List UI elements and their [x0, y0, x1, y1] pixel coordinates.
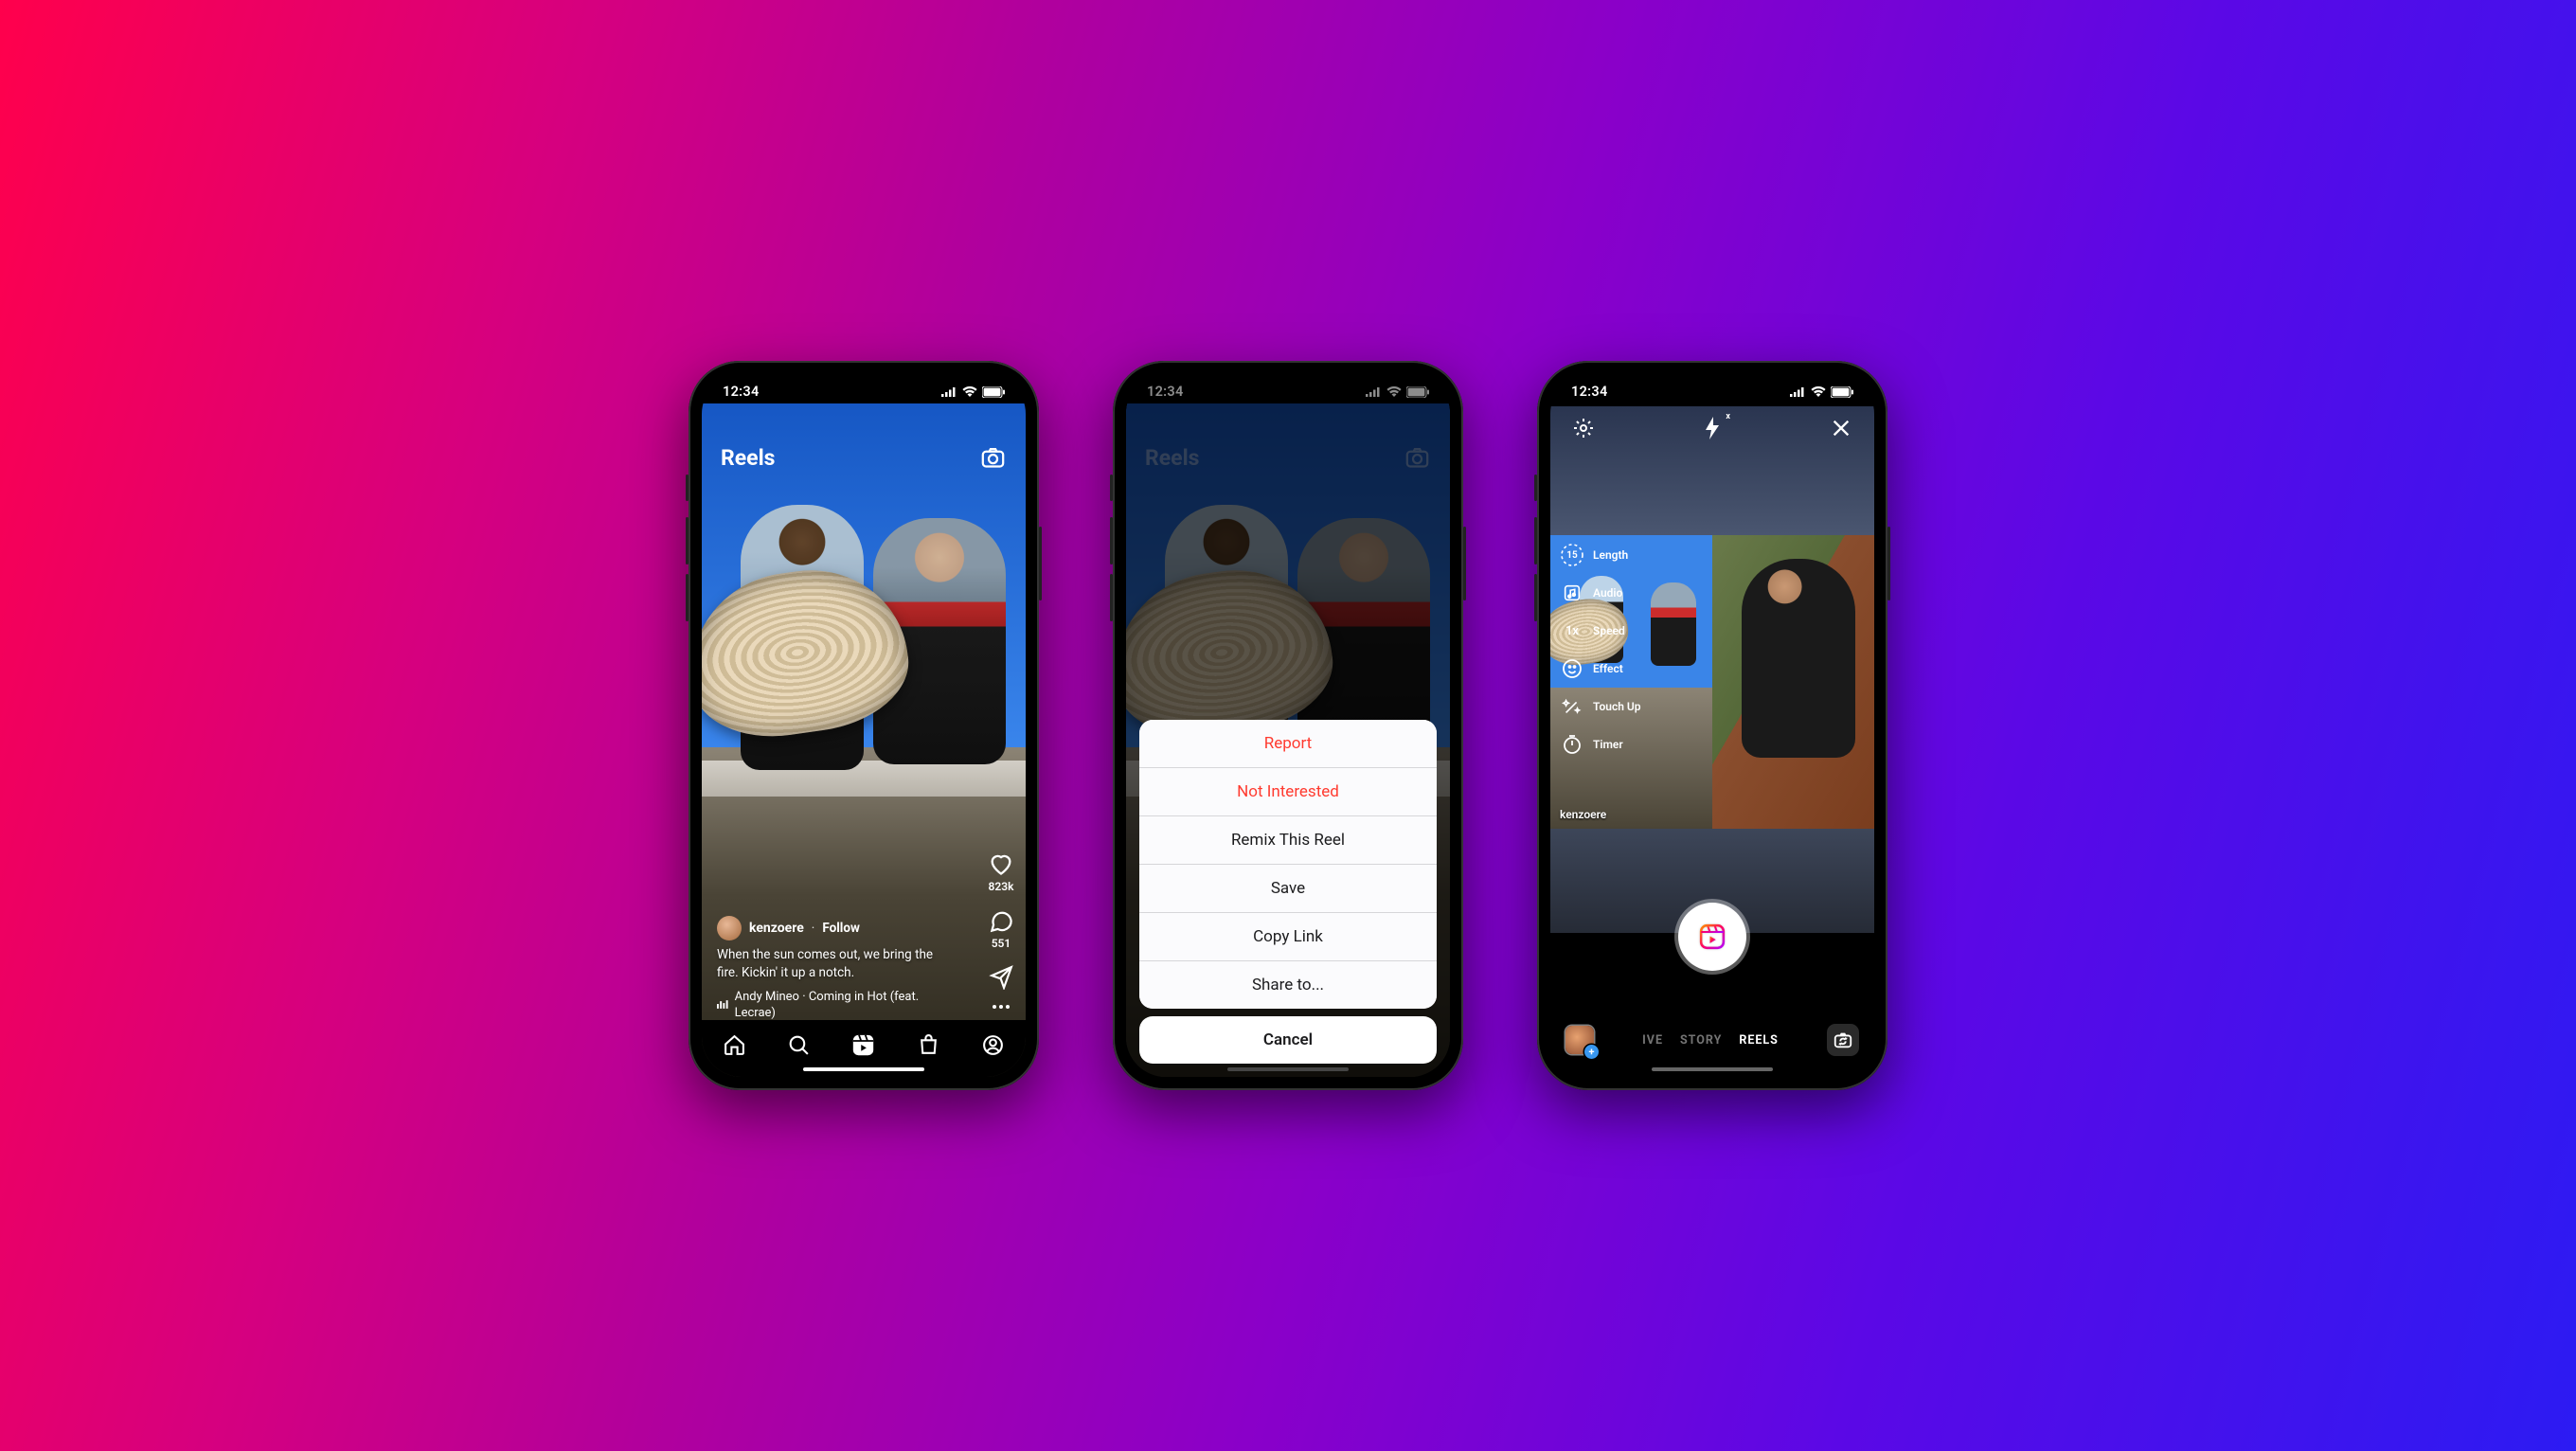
follow-button[interactable]: Follow [822, 920, 860, 937]
touchup-icon [1560, 694, 1584, 719]
more-button[interactable] [993, 1005, 1010, 1009]
comment-count: 551 [992, 937, 1011, 950]
sheet-report[interactable]: Report [1139, 720, 1437, 768]
notch [783, 374, 944, 399]
battery-icon [982, 386, 1005, 398]
tab-reels[interactable] [850, 1030, 878, 1059]
like-button[interactable]: 823k [988, 851, 1014, 893]
timer-icon [1560, 732, 1584, 757]
phone-3: 12:34 x [1537, 361, 1887, 1090]
tab-profile[interactable] [979, 1030, 1008, 1059]
camera-icon[interactable] [978, 443, 1007, 472]
sheet-share-to[interactable]: Share to... [1139, 961, 1437, 1009]
tool-audio[interactable]: Audio [1560, 581, 1641, 605]
clock: 12:34 [723, 384, 760, 400]
tool-touchup[interactable]: Touch Up [1560, 694, 1641, 719]
close-icon [1831, 418, 1852, 439]
flash-icon [1703, 417, 1722, 439]
wifi-icon [1386, 386, 1402, 397]
tool-speed[interactable]: 1x Speed [1560, 618, 1641, 643]
tool-length[interactable]: 15 Length [1560, 543, 1641, 567]
signal-icon [1790, 386, 1806, 397]
mode-reels[interactable]: REELS [1739, 1033, 1779, 1048]
wifi-icon [962, 386, 977, 397]
sheet-cancel[interactable]: Cancel [1139, 1016, 1437, 1064]
battery-icon [1406, 386, 1429, 398]
flip-camera-icon [1833, 1030, 1853, 1050]
wifi-icon [1811, 386, 1826, 397]
comment-button[interactable]: 551 [989, 908, 1014, 950]
audio-icon [1560, 581, 1584, 605]
signal-icon [1366, 386, 1382, 397]
sheet-copy-link[interactable]: Copy Link [1139, 913, 1437, 961]
effect-icon [1560, 656, 1584, 681]
notch [1632, 374, 1793, 399]
home-indicator[interactable] [803, 1067, 924, 1072]
tab-search[interactable] [785, 1030, 814, 1059]
remix-camera-panel [1712, 535, 1874, 829]
tool-timer[interactable]: Timer [1560, 732, 1641, 757]
speed-icon: 1x [1560, 618, 1584, 643]
mode-live[interactable]: IVE [1642, 1033, 1663, 1048]
tool-effect[interactable]: Effect [1560, 656, 1641, 681]
tab-shop[interactable] [914, 1030, 942, 1059]
home-indicator[interactable] [1227, 1067, 1349, 1072]
screen-action-sheet: 12:34 Reels Report [1126, 374, 1450, 1077]
notch [1208, 374, 1368, 399]
reels-icon [1698, 923, 1726, 951]
sheet-save[interactable]: Save [1139, 865, 1437, 913]
source-username: kenzoere [1560, 808, 1606, 821]
length-icon: 15 [1560, 543, 1584, 567]
close-button[interactable] [1827, 414, 1855, 442]
shutter-button[interactable] [1678, 903, 1746, 971]
heart-icon [988, 851, 1014, 877]
author-avatar[interactable] [717, 916, 742, 940]
screen-reels-feed: 12:34 Reels 823k [702, 374, 1026, 1077]
home-indicator[interactable] [1652, 1067, 1773, 1072]
mode-story[interactable]: STORY [1680, 1033, 1722, 1048]
like-count: 823k [989, 880, 1014, 893]
comment-icon [989, 908, 1014, 934]
gear-icon [1572, 417, 1595, 439]
more-icon [993, 1005, 1010, 1009]
tab-home[interactable] [720, 1030, 748, 1059]
flash-button[interactable]: x [1698, 414, 1726, 442]
caption: When the sun comes out, we bring the fir… [717, 946, 956, 980]
gallery-button[interactable]: + [1565, 1026, 1594, 1054]
phone-2: 12:34 Reels Report [1113, 361, 1463, 1090]
action-sheet: Report Not Interested Remix This Reel Sa… [1139, 720, 1437, 1064]
screen-remix-camera: 12:34 x [1550, 374, 1874, 1077]
battery-icon [1831, 386, 1853, 398]
clock: 12:34 [1571, 384, 1608, 400]
author-username[interactable]: kenzoere [749, 920, 804, 938]
clock: 12:34 [1147, 384, 1184, 400]
sheet-not-interested[interactable]: Not Interested [1139, 768, 1437, 816]
phone-1: 12:34 Reels 823k [689, 361, 1039, 1090]
mode-selector[interactable]: IVE STORY REELS [1642, 1033, 1779, 1048]
music-attribution[interactable]: Andy Mineo · Coming in Hot (feat. Lecrae… [717, 989, 956, 1022]
page-title: Reels [721, 445, 775, 471]
audio-bars-icon [717, 999, 728, 1011]
flip-camera-button[interactable] [1827, 1024, 1859, 1056]
plus-badge-icon: + [1584, 1045, 1599, 1059]
settings-button[interactable] [1569, 414, 1598, 442]
share-icon [989, 965, 1013, 990]
signal-icon [941, 386, 957, 397]
share-button[interactable] [989, 965, 1013, 990]
sheet-remix[interactable]: Remix This Reel [1139, 816, 1437, 865]
